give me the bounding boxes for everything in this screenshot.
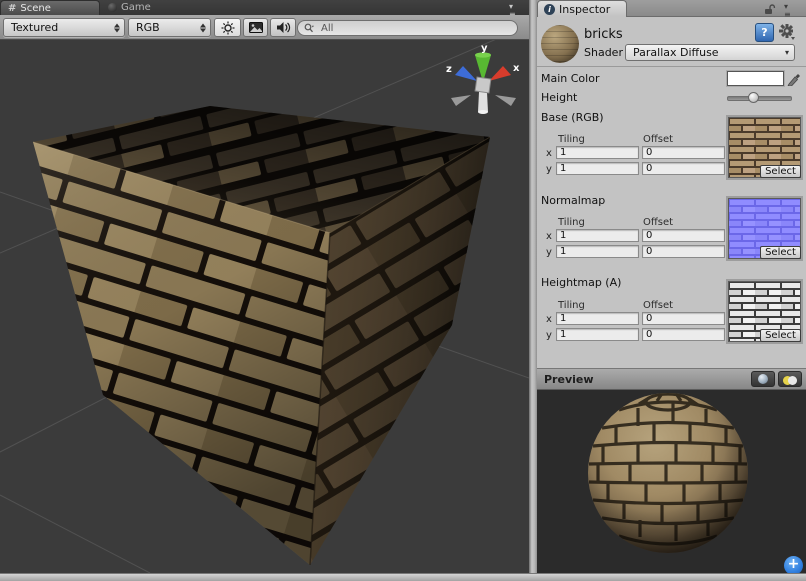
material-preview-thumb[interactable] <box>541 25 579 63</box>
shader-dropdown[interactable]: Parallax Diffuse ▾ <box>625 44 795 61</box>
height-offset-y-input[interactable] <box>642 328 725 341</box>
scene-viewport[interactable]: y x z <box>0 40 529 573</box>
axis-label: y <box>546 247 552 258</box>
eyedropper-icon[interactable] <box>787 68 801 86</box>
main-color-swatch[interactable] <box>727 71 784 86</box>
base-offset-x-input[interactable] <box>642 146 725 159</box>
shader-label: Shader <box>584 46 623 59</box>
gear-menu-button[interactable] <box>778 23 796 41</box>
base-tiling-x-input[interactable] <box>556 146 639 159</box>
audio-toggle-button[interactable] <box>270 18 296 37</box>
base-offset-y-input[interactable] <box>642 162 725 175</box>
axis-label: x <box>546 148 552 159</box>
normal-tiling-y-input[interactable] <box>556 245 639 258</box>
tab-inspector-label: Inspector <box>559 3 610 16</box>
main-color-label: Main Color <box>541 72 599 85</box>
preview-viewport[interactable] <box>537 390 806 574</box>
tiling-header: Tiling <box>558 134 585 145</box>
tiling-header: Tiling <box>558 217 585 228</box>
game-icon <box>108 3 117 12</box>
height-tiling-y-input[interactable] <box>556 328 639 341</box>
normal-tiling-x-input[interactable] <box>556 229 639 242</box>
channel-value: RGB <box>136 21 160 34</box>
heightmap-select-button[interactable]: Select <box>760 329 801 342</box>
lights-icon <box>783 370 797 389</box>
section-title-normalmap: Normalmap <box>541 194 605 207</box>
preview-header[interactable]: Preview <box>537 368 806 390</box>
info-icon: i <box>544 4 555 15</box>
sphere-icon <box>758 374 768 384</box>
scene-3d-render: y x z <box>0 40 529 573</box>
scene-search-field[interactable] <box>297 20 518 36</box>
axis-label: y <box>546 330 552 341</box>
tab-inspector[interactable]: i Inspector <box>537 0 627 17</box>
normal-offset-x-input[interactable] <box>642 229 725 242</box>
normalmap-select-button[interactable]: Select <box>760 246 801 259</box>
orientation-gizmo: y x z <box>446 43 520 114</box>
height-label: Height <box>541 91 577 104</box>
tab-scene[interactable]: # Scene <box>0 0 100 15</box>
scene-grid-icon: # <box>8 3 16 14</box>
image-icon <box>249 22 263 33</box>
offset-header: Offset <box>643 300 673 311</box>
skybox-toggle-button[interactable] <box>243 18 268 37</box>
tab-game-label: Game <box>121 2 151 13</box>
unity-editor-window: # Scene Game ▾≡ Textured RGB <box>0 0 806 581</box>
sun-icon <box>221 21 235 35</box>
normal-offset-y-input[interactable] <box>642 245 725 258</box>
height-slider-track[interactable] <box>727 96 792 101</box>
lighting-toggle-button[interactable] <box>214 18 241 37</box>
audio-icon <box>276 21 291 34</box>
height-slider-thumb[interactable] <box>748 92 759 103</box>
gizmo-x-label: x <box>513 63 520 74</box>
material-name: bricks <box>584 27 623 42</box>
brick-cube <box>33 106 490 565</box>
lock-icon[interactable] <box>764 3 776 15</box>
gizmo-z-label: z <box>446 64 452 75</box>
separator <box>537 66 806 67</box>
search-icon <box>304 23 316 33</box>
preview-title: Preview <box>537 373 594 386</box>
render-mode-value: Textured <box>11 21 58 34</box>
shader-value: Parallax Diffuse <box>633 46 719 59</box>
tab-scene-label: Scene <box>20 3 51 14</box>
panel-divider[interactable] <box>529 0 537 573</box>
help-button[interactable]: ? <box>755 23 774 42</box>
axis-label: x <box>546 314 552 325</box>
tiling-header: Tiling <box>558 300 585 311</box>
search-input[interactable] <box>319 22 493 35</box>
updown-arrows-icon <box>200 23 206 32</box>
preview-shape-button[interactable] <box>751 371 775 387</box>
tab-game[interactable]: Game <box>102 0 180 15</box>
height-tiling-x-input[interactable] <box>556 312 639 325</box>
section-title-heightmap: Heightmap (A) <box>541 276 621 289</box>
chevron-down-icon: ▾ <box>785 48 789 57</box>
base-tiling-y-input[interactable] <box>556 162 639 175</box>
height-offset-x-input[interactable] <box>642 312 725 325</box>
axis-label: x <box>546 231 552 242</box>
updown-arrows-icon <box>114 23 120 32</box>
window-resize-strip <box>0 573 806 581</box>
offset-header: Offset <box>643 217 673 228</box>
offset-header: Offset <box>643 134 673 145</box>
axis-label: y <box>546 164 552 175</box>
gizmo-y-label: y <box>481 43 488 54</box>
section-title-base: Base (RGB) <box>541 111 604 124</box>
preview-light-button[interactable] <box>778 371 802 387</box>
preview-sphere <box>537 390 806 574</box>
channel-dropdown[interactable]: RGB <box>128 18 211 37</box>
base-select-button[interactable]: Select <box>760 165 801 178</box>
render-mode-dropdown[interactable]: Textured <box>3 18 125 37</box>
